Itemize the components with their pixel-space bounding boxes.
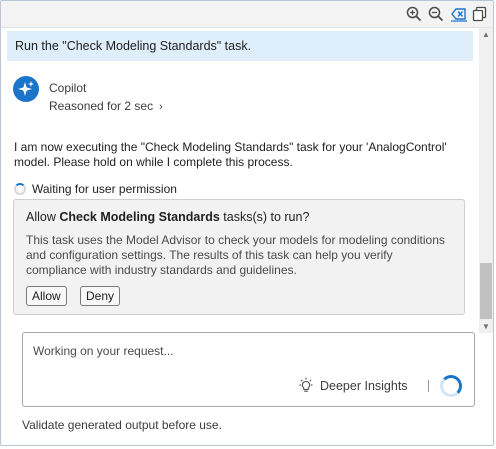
spinner-icon [14,183,26,195]
scroll-down-icon[interactable]: ▼ [481,321,491,331]
prompt-placeholder: Working on your request... [33,344,174,358]
deeper-insights-button[interactable]: Deeper Insights [297,377,408,395]
sparkle-icon [18,81,34,96]
disclaimer: Validate generated output before use. [22,418,222,432]
permission-card: Allow Check Modeling Standards tasks(s) … [13,199,465,315]
permission-title: Allow Check Modeling Standards tasks(s) … [26,210,309,224]
scrollbar[interactable]: ▲ ▼ [479,28,493,333]
reasoned-label: Reasoned for 2 sec [49,99,154,113]
chevron-right-icon: › [159,101,163,113]
prompt-input[interactable]: Working on your request... Deeper Insigh… [22,332,475,407]
assistant-response: I am now executing the "Check Modeling S… [14,140,447,169]
zoom-out-icon[interactable] [427,5,445,23]
chat-transcript[interactable]: Run the "Check Modeling Standards" task.… [1,28,479,330]
scroll-up-icon[interactable]: ▲ [481,29,491,39]
zoom-in-icon[interactable] [405,5,423,23]
assistant-name: Copilot [49,81,87,95]
deny-button[interactable]: Deny [80,286,121,306]
scroll-thumb[interactable] [480,263,492,319]
user-message: Run the "Check Modeling Standards" task. [7,31,473,61]
reasoned-toggle[interactable]: Reasoned for 2 sec › [49,99,163,113]
copilot-avatar [13,76,39,102]
allow-button[interactable]: Allow [26,286,67,306]
waiting-text: Waiting for user permission [32,182,177,196]
clear-icon[interactable] [450,5,468,23]
busy-spinner-icon[interactable] [440,375,462,397]
toolbar [1,1,493,28]
lightbulb-icon [299,377,313,392]
permission-title-suffix: tasks(s) to run? [219,210,310,224]
toolbar-separator [428,380,429,392]
permission-title-prefix: Allow [26,210,60,224]
permission-description: This task uses the Model Advisor to chec… [26,233,445,277]
permission-task-name: Check Modeling Standards [59,210,220,224]
deeper-insights-label: Deeper Insights [320,379,408,393]
copy-icon[interactable] [471,5,489,23]
waiting-status: Waiting for user permission [14,181,177,197]
